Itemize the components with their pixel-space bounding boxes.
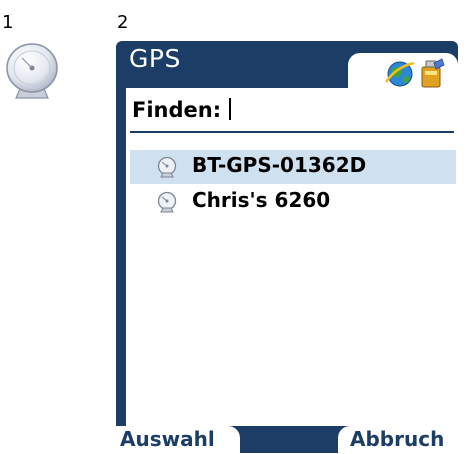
search-divider [130,131,454,133]
step-number-2: 2 [117,12,129,33]
cancel-softkey-label: Abbruch [350,427,445,451]
status-icons [384,58,445,88]
phone-screen: GPS Finden: BT-GPS-01362D Chris's 6260 A… [116,41,458,453]
search-label: Finden: [132,98,222,122]
select-softkey-label: Auswahl [120,427,215,451]
gps-device-icon [157,156,177,178]
step-number-1: 1 [2,12,14,33]
search-input[interactable] [229,98,232,120]
window-title: GPS [129,44,181,73]
gps-device-icon [157,191,177,213]
battery-icon [421,58,445,88]
device-label: Chris's 6260 [192,188,331,212]
search-row: Finden: [132,98,452,128]
list-item-device-1[interactable]: Chris's 6260 [130,185,456,219]
device-label: BT-GPS-01362D [192,153,367,177]
list-item-device-0[interactable]: BT-GPS-01362D [130,150,456,184]
globe-icon [384,61,415,87]
gps-dish-icon [6,43,58,99]
select-softkey[interactable]: Auswahl [116,426,246,453]
content-area: Finden: BT-GPS-01362D Chris's 6260 [126,88,458,426]
cancel-softkey[interactable]: Abbruch [338,426,458,453]
